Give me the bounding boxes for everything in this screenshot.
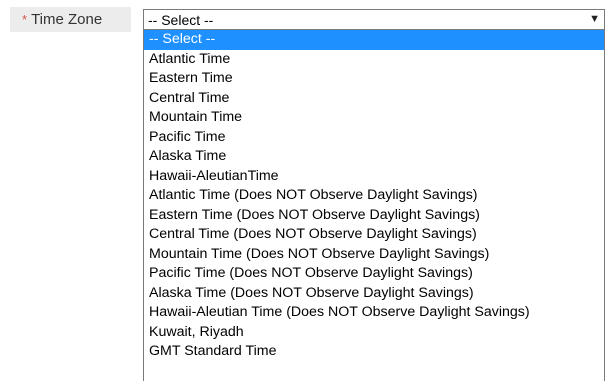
dropdown-option[interactable]: Atlantic Time (Does NOT Observe Daylight… (144, 186, 604, 206)
dropdown-option[interactable]: Central Time (144, 89, 604, 109)
dropdown-option[interactable]: GMT Standard Time (144, 342, 604, 362)
dropdown-option[interactable]: Alaska Time (144, 147, 604, 167)
dropdown-option[interactable]: Alaska Time (Does NOT Observe Daylight S… (144, 284, 604, 304)
dropdown-option[interactable]: Central Time (Does NOT Observe Daylight … (144, 225, 604, 245)
dropdown-option[interactable]: Kuwait, Riyadh (144, 323, 604, 343)
dropdown-option[interactable]: Pacific Time (Does NOT Observe Daylight … (144, 264, 604, 284)
chevron-down-icon[interactable]: ▼ (589, 13, 600, 25)
time-zone-label: Time Zone (31, 11, 103, 28)
time-zone-select[interactable]: -- Select -- ▼ (143, 9, 605, 30)
dropdown-option[interactable]: Mountain Time (Does NOT Observe Daylight… (144, 245, 604, 265)
dropdown-option[interactable]: Eastern Time (Does NOT Observe Daylight … (144, 206, 604, 226)
dropdown-option[interactable]: Hawaii-Aleutian Time (Does NOT Observe D… (144, 303, 604, 323)
required-marker: * (22, 12, 28, 27)
dropdown-option[interactable]: Pacific Time (144, 128, 604, 148)
dropdown-option[interactable]: Eastern Time (144, 69, 604, 89)
dropdown-option[interactable]: Mountain Time (144, 108, 604, 128)
time-zone-label-cell: * Time Zone (10, 7, 131, 32)
time-zone-dropdown-list[interactable]: -- Select -- Atlantic Time Eastern Time Cen… (143, 30, 605, 381)
dropdown-option[interactable]: Hawaii-AleutianTime (144, 167, 604, 187)
dropdown-option[interactable]: -- Select -- (144, 30, 604, 50)
dropdown-option[interactable]: Atlantic Time (144, 50, 604, 70)
select-current-value: -- Select -- (148, 11, 214, 28)
